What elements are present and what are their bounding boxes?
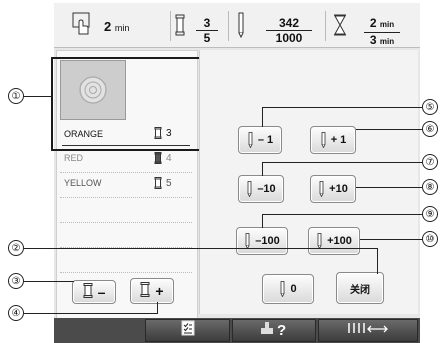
needle-icon xyxy=(236,12,246,43)
needle-icon xyxy=(248,132,253,148)
stitch-total: 1000 xyxy=(275,31,303,45)
minus-1-button[interactable]: – 1 xyxy=(238,126,282,154)
row-divider xyxy=(60,272,192,273)
callout-leader xyxy=(262,107,263,127)
reset-zero-button[interactable]: 0 xyxy=(262,274,314,304)
row-divider xyxy=(60,172,192,173)
plus-10-label: +10 xyxy=(329,183,348,195)
callout-2: ② xyxy=(8,240,24,256)
thread-back-button[interactable]: – xyxy=(72,280,116,304)
row-divider xyxy=(60,222,192,223)
thread-order: 5 xyxy=(166,178,172,189)
color-count: 3 5 xyxy=(196,16,218,45)
list-item[interactable]: RED 4 xyxy=(60,149,192,171)
callout-leader xyxy=(356,129,422,130)
callout-leader xyxy=(262,162,422,163)
callout-leader xyxy=(157,302,158,313)
callout-leader xyxy=(262,214,422,215)
needle-icon xyxy=(317,233,322,249)
time-unit: min xyxy=(114,23,130,33)
thread-name: YELLOW xyxy=(64,178,102,188)
minus-10-label: –10 xyxy=(257,183,276,195)
callout-4: ④ xyxy=(8,305,24,321)
minus-1-label: – 1 xyxy=(257,134,274,146)
close-button[interactable]: 关闭 xyxy=(336,272,384,304)
time-total: 3 xyxy=(369,33,377,47)
time-fraction: 2 min 3 min xyxy=(364,16,400,49)
plus-10-button[interactable]: +10 xyxy=(310,175,356,203)
needle-icon xyxy=(245,233,250,249)
thread-forward-button[interactable]: + xyxy=(130,278,174,304)
minus-10-button[interactable]: –10 xyxy=(238,175,284,203)
spool-icon xyxy=(154,152,162,166)
spool-icon xyxy=(140,282,150,300)
spool-icon xyxy=(174,14,186,41)
time-readout: 2 min xyxy=(104,19,129,34)
thread-order: 4 xyxy=(166,153,172,164)
checklist-icon xyxy=(181,320,195,341)
color-current: 3 xyxy=(196,16,218,31)
needle-icon xyxy=(321,132,326,148)
callout-6: ⑥ xyxy=(422,121,438,137)
divider xyxy=(325,11,326,41)
callout-leader xyxy=(262,107,422,108)
plus-1-label: + 1 xyxy=(330,134,347,146)
callout-leader xyxy=(24,248,378,249)
callout-leader xyxy=(262,162,263,176)
callout-9: ⑨ xyxy=(422,206,438,222)
hand-icon xyxy=(72,12,92,41)
spool-icon xyxy=(83,283,93,301)
minus-100-button[interactable]: –100 xyxy=(236,227,288,255)
help-icon: ? xyxy=(257,318,291,343)
callout-leader xyxy=(24,281,74,282)
stitch-count: 342 1000 xyxy=(266,16,312,45)
time-value: 2 xyxy=(104,19,112,34)
time-total-unit: min xyxy=(379,37,395,46)
close-label: 关闭 xyxy=(350,284,370,296)
divider xyxy=(228,11,229,41)
time-elapsed-unit: min xyxy=(379,20,395,29)
plus-1-button[interactable]: + 1 xyxy=(310,126,356,154)
callout-3: ③ xyxy=(8,273,24,289)
zero-label: 0 xyxy=(290,283,297,295)
stitch-current: 342 xyxy=(266,16,312,31)
time-elapsed: 2 xyxy=(369,16,377,30)
callout-1: ① xyxy=(8,88,24,104)
plus-100-label: +100 xyxy=(327,235,352,247)
callout-leader xyxy=(360,239,422,240)
callout-leader xyxy=(24,96,52,97)
thread-name: RED xyxy=(64,153,84,163)
checklist-button[interactable] xyxy=(145,319,230,342)
svg-text:?: ? xyxy=(277,322,286,338)
color-total: 5 xyxy=(203,31,211,45)
stitch-width-button[interactable] xyxy=(318,319,418,342)
callout-7: ⑦ xyxy=(422,154,438,170)
minus-100-label: –100 xyxy=(255,235,280,247)
spool-icon xyxy=(154,177,162,191)
plus-100-button[interactable]: +100 xyxy=(308,227,360,255)
callout-leader xyxy=(24,313,158,314)
row-divider xyxy=(60,197,192,198)
divider xyxy=(170,11,171,41)
callout-leader xyxy=(377,248,378,274)
callout-frame xyxy=(51,57,212,151)
help-button[interactable]: ? xyxy=(232,319,316,342)
stitch-width-icon xyxy=(345,321,391,340)
list-item[interactable]: YELLOW 5 xyxy=(60,174,192,196)
needle-icon xyxy=(319,181,324,197)
callout-leader xyxy=(356,187,422,188)
callout-5: ⑤ xyxy=(422,99,438,115)
needle-icon xyxy=(281,281,285,297)
callout-10: ⑩ xyxy=(422,231,438,247)
callout-leader xyxy=(262,214,263,228)
needle-icon xyxy=(247,181,252,197)
hourglass-icon xyxy=(333,14,347,41)
callout-8: ⑧ xyxy=(422,179,438,195)
